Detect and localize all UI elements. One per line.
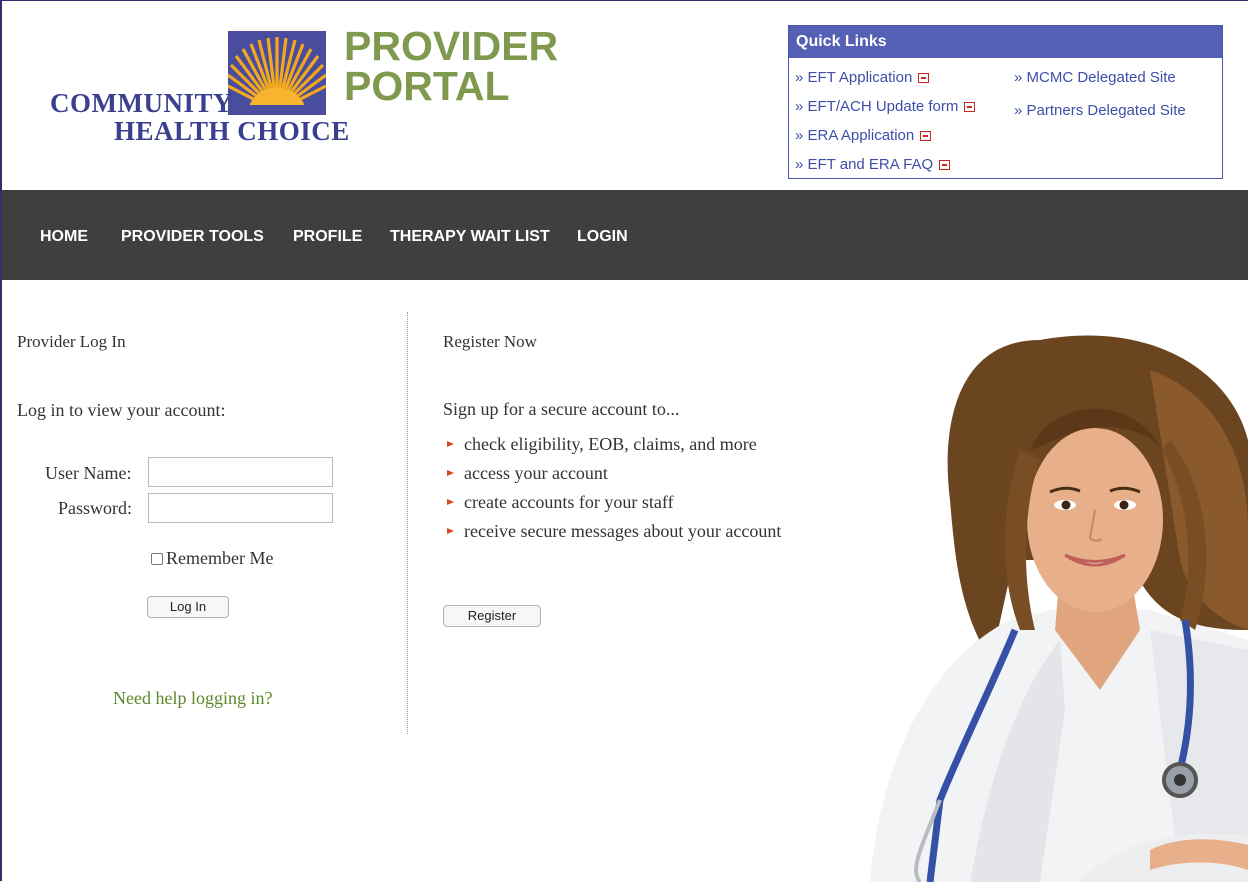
arrow-bullet-icon (447, 470, 454, 476)
remember-me-checkbox[interactable] (151, 553, 163, 565)
doctor-photo (850, 330, 1248, 884)
quick-link-eft-ach-update-form[interactable]: » EFT/ACH Update form (795, 95, 976, 124)
arrow-bullet-icon (447, 528, 454, 534)
list-item: check eligibility, EOB, claims, and more (447, 432, 781, 461)
portal-title: PROVIDER PORTAL (344, 23, 559, 109)
quick-link-eft-era-faq[interactable]: » EFT and ERA FAQ (795, 153, 975, 182)
password-label: Password: (58, 498, 133, 518)
pdf-icon (920, 131, 932, 142)
logo-text-health-choice: HEALTH CHOICE (114, 116, 350, 146)
nav-home[interactable]: HOME (40, 228, 88, 246)
quick-links-right-column: » MCMC Delegated Site » Partners Delegat… (1014, 66, 1186, 128)
quick-link-partners-delegated-site[interactable]: » Partners Delegated Site (1014, 99, 1186, 128)
logo-text-community: COMMUNITY (50, 88, 233, 118)
pdf-icon (939, 160, 951, 171)
nav-login[interactable]: LOGIN (577, 228, 628, 246)
register-button[interactable]: Register (443, 605, 541, 627)
password-input[interactable] (148, 493, 333, 523)
portal-title-line1: PROVIDER (344, 23, 559, 69)
list-item: access your account (447, 461, 781, 490)
quick-links-title: Quick Links (789, 26, 1222, 58)
login-heading: Provider Log In (17, 332, 126, 351)
username-input[interactable] (148, 457, 333, 487)
login-button[interactable]: Log In (147, 596, 229, 618)
portal-title-line2: PORTAL (344, 63, 510, 109)
nav-provider-tools[interactable]: PROVIDER TOOLS (121, 228, 264, 246)
list-item: create accounts for your staff (447, 490, 781, 519)
nav-profile[interactable]: PROFILE (293, 228, 362, 246)
nav-therapy-wait-list[interactable]: THERAPY WAIT LIST (390, 228, 550, 246)
quick-link-eft-application[interactable]: » EFT Application (795, 66, 975, 95)
quick-link-era-application[interactable]: » ERA Application (795, 124, 975, 153)
list-item: receive secure messages about your accou… (447, 519, 781, 548)
main-nav: HOME PROVIDER TOOLS PROFILE THERAPY WAIT… (2, 190, 1248, 280)
remember-me-label[interactable]: Remember Me (166, 548, 273, 569)
sunburst-logo-icon (228, 31, 326, 115)
arrow-bullet-icon (447, 499, 454, 505)
help-login-link[interactable]: Need help logging in? (113, 688, 272, 709)
column-divider (407, 312, 408, 734)
login-intro: Log in to view your account: (17, 400, 226, 420)
register-heading: Register Now (443, 332, 537, 351)
pdf-icon (964, 102, 976, 113)
quick-link-mcmc-delegated-site[interactable]: » MCMC Delegated Site (1014, 66, 1186, 99)
pdf-icon (918, 73, 930, 84)
arrow-bullet-icon (447, 441, 454, 447)
register-intro: Sign up for a secure account to... (443, 399, 680, 419)
quick-links-panel: Quick Links » EFT Application » EFT/ACH … (788, 25, 1223, 179)
register-benefits-list: check eligibility, EOB, claims, and more… (447, 432, 781, 548)
quick-links-left-column: » EFT Application » EFT/ACH Update form … (795, 66, 976, 182)
username-label: User Name: (45, 463, 132, 483)
site-logo[interactable]: COMMUNITY HEALTH CHOICE PROVIDER PORTAL (48, 26, 568, 160)
